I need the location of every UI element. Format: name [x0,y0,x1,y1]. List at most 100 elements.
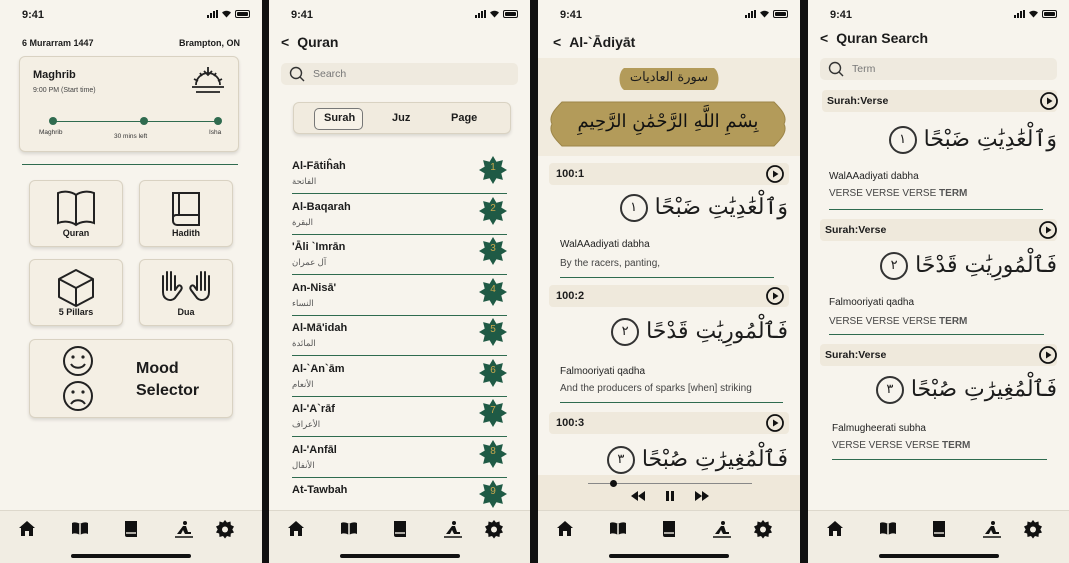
surah-list-item[interactable]: Al-'Anfāl الأنفال 8 [292,438,507,478]
verse-number-badge: ٣ [606,446,635,474]
result-ref-bar: Surah:Verse [820,219,1057,241]
hadith-icon[interactable] [659,519,679,539]
verse-divider [560,277,774,278]
result-term: TERM [939,316,968,327]
playback-scrubber[interactable] [609,480,617,487]
search-placeholder: Term [852,63,876,75]
hadith-icon[interactable] [390,519,410,539]
status-bar: 9:41 [538,9,800,23]
bottom-nav [0,510,262,563]
quran-screen: 9:41 < Quran Search Surah Juz Page Al-Fā… [269,0,530,563]
play-icon[interactable] [1039,346,1057,364]
back-chevron-icon[interactable]: < [553,34,561,50]
tab-page[interactable]: Page [451,112,477,124]
verse-number-badge: ٢ [880,252,909,280]
verse-arabic: وَٱلْعَٰدِيَٰتِ ضَبْحًا ١ [619,194,788,222]
progress-start-dot [49,117,57,125]
search-input[interactable]: Search [281,63,518,85]
play-icon[interactable] [766,414,784,432]
result-divider [832,459,1047,460]
prayer-icon[interactable] [443,519,463,539]
rewind-icon[interactable] [630,490,646,502]
result-transliteration: Falmooriyati qadha [829,297,915,308]
smile-icon [63,346,93,376]
search-input[interactable]: Term [820,58,1057,80]
hadith-tile[interactable]: Hadith [139,180,233,247]
prayer-card[interactable]: Maghrib 9:00 PM (Start time) Maghrib 30 … [19,56,239,152]
status-bar: 9:41 [269,9,530,23]
surah-arabic-name: آل عمران [292,257,327,267]
surah-number: 7 [490,405,496,416]
page-header: < Quran Search [820,30,928,46]
play-icon[interactable] [766,165,784,183]
home-icon[interactable] [555,519,575,539]
hijri-date: 6 Murarram 1447 [22,38,94,48]
bottom-nav [269,510,530,563]
back-chevron-icon[interactable]: < [281,34,289,50]
tab-juz[interactable]: Juz [392,112,410,124]
quran-tile[interactable]: Quran [29,180,123,247]
surah-number: 5 [490,324,496,335]
surah-list-item[interactable]: Al-Fātiĥah الفاتحة 1 [292,154,507,194]
surah-arabic-name: الأنعام [292,378,314,389]
audio-player [538,475,800,510]
quran-icon[interactable] [608,519,628,539]
pillars-tile-label: 5 Pillars [58,307,94,317]
surah-list-item[interactable]: Al-'A`rāf الأعراف 7 [292,397,507,437]
verse-transliteration: Falmooriyati qadha [560,366,646,377]
prayer-icon[interactable] [982,519,1002,539]
play-icon[interactable] [766,287,784,305]
surah-list-item[interactable]: An-Nisā' النساء 4 [292,276,507,316]
verse-divider [560,402,783,403]
settings-icon[interactable] [1023,519,1043,539]
play-icon[interactable] [1039,221,1057,239]
prayer-to: Isha [209,129,222,136]
back-chevron-icon[interactable]: < [820,30,828,46]
page-header: < Quran [281,34,338,50]
verse-translation: And the producers of sparks [when] strik… [560,383,752,394]
prayer-icon[interactable] [712,519,732,539]
surah-list-item[interactable]: Al-Baqarah البقرة 2 [292,195,507,235]
home-indicator [71,554,191,558]
wifi-icon [1029,10,1038,18]
play-icon[interactable] [1040,92,1058,110]
surah-list-item[interactable]: Al-Mā'idah المائدة 5 [292,316,507,356]
hadith-icon[interactable] [121,519,141,539]
fast-forward-icon[interactable] [694,490,710,502]
home-icon[interactable] [17,519,37,539]
home-icon[interactable] [825,519,845,539]
result-ref: Surah:Verse [825,349,887,361]
prayer-icon[interactable] [174,519,194,539]
result-divider [829,334,1044,335]
pause-icon[interactable] [664,490,676,502]
tab-surah[interactable]: Surah [324,112,355,124]
battery-icon [235,10,250,18]
quran-icon[interactable] [339,519,359,539]
battery-icon [503,10,518,18]
bottom-nav [808,510,1069,563]
settings-icon[interactable] [484,519,504,539]
wifi-icon [490,10,499,18]
cube-icon [58,269,94,307]
page-title: Al-`Ādiyāt [569,34,636,50]
battery-icon [773,10,788,18]
quran-icon[interactable] [70,519,90,539]
settings-icon[interactable] [215,519,235,539]
hadith-icon[interactable] [929,519,949,539]
surah-name: At-Tawbah [292,484,348,496]
settings-icon[interactable] [753,519,773,539]
mood-selector-tile[interactable]: Mood Selector [29,339,233,418]
result-arabic: فَٱلْمُغِيرَٰتِ صُبْحًا ٣ [875,376,1057,404]
dua-tile[interactable]: Dua [139,259,233,326]
surah-list-item[interactable]: Al-`An`ām الأنعام 6 [292,357,507,397]
verse-number-badge: ١ [619,194,648,222]
home-indicator [878,554,999,558]
dua-tile-label: Dua [177,307,195,317]
surah-list-item[interactable]: 'Āli `Imrān آل عمران 3 [292,235,507,275]
surah-number: 8 [490,445,496,457]
home-icon[interactable] [286,519,306,539]
pillars-tile[interactable]: 5 Pillars [29,259,123,326]
result-arabic: وَٱلْعَٰدِيَٰتِ ضَبْحًا ١ [888,126,1057,154]
result-term: TERM [942,440,971,451]
quran-icon[interactable] [878,519,898,539]
